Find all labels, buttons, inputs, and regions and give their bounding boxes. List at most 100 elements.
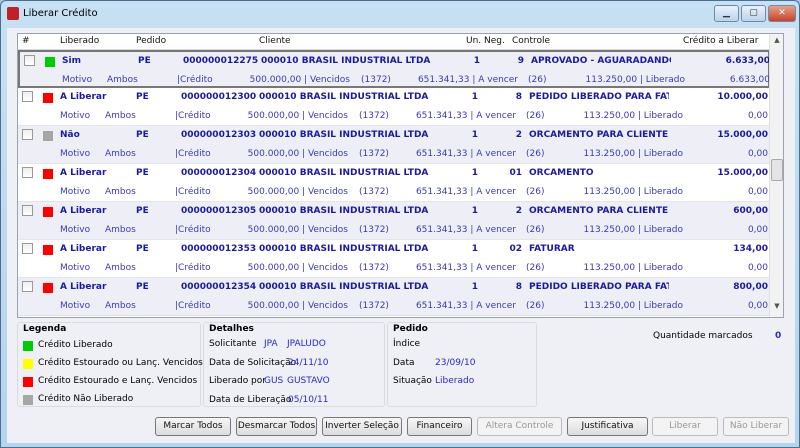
pedido-title: Pedido — [393, 324, 428, 334]
minimize-button[interactable]: ▁ — [714, 5, 739, 22]
vencidos-count: (1372) — [359, 187, 389, 197]
credito-label: |Crédito — [175, 301, 211, 311]
liberado-amount: 0,00 — [747, 263, 768, 273]
pedido-number: 000000012303 — [181, 130, 257, 140]
col-pedido[interactable]: Pedido — [136, 36, 166, 46]
pedido-type: PE — [136, 130, 149, 140]
un-neg: 1 — [471, 168, 478, 178]
credito-label: |Crédito — [177, 75, 213, 85]
legend-title: Legenda — [23, 324, 67, 334]
checkbox[interactable] — [22, 129, 33, 140]
credito-label: |Crédito — [175, 111, 211, 121]
table-row[interactable]: Sim PE 000000012275 000010 BRASIL INDUSTRIA… — [18, 50, 770, 88]
col-credito[interactable]: Crédito a Liberar — [683, 36, 759, 46]
controle-number: 01 — [509, 168, 522, 178]
inverter-selecao-button[interactable]: Inverter Seleção — [322, 417, 402, 436]
nao-liberar-button[interactable]: Não Liberar — [723, 417, 789, 436]
table-row[interactable]: A Liberar PE 000000012305 000010 BRASIL IND… — [18, 202, 770, 240]
un-neg: 1 — [471, 92, 478, 102]
pedido-type: PE — [138, 56, 151, 66]
motivo-label: Motivo — [60, 111, 91, 121]
controle-number: 02 — [509, 244, 522, 254]
a-vencer-count: (26) — [526, 301, 545, 311]
controle-number: 8 — [515, 92, 522, 102]
scroll-down-icon[interactable]: ▼ — [771, 302, 783, 314]
pedido-number: 000000012304 — [181, 168, 257, 178]
controle-text: FATURAR — [529, 244, 575, 254]
controle-text: APROVADO - AGUARADANDO E: — [531, 56, 671, 66]
vencidos-value: 500.000,00 | Vencidos — [247, 149, 348, 159]
pedido-number: 000000012353 — [181, 244, 257, 254]
motivo-label: Motivo — [60, 263, 91, 273]
table-row[interactable]: Não PE 000000012303 000010 BRASIL INDUSTRIA… — [18, 126, 770, 164]
col-controle[interactable]: Controle — [512, 36, 550, 46]
credit-grid: # Liberado Pedido Cliente Un. Neg. Contr… — [17, 33, 784, 318]
motivo-label: Motivo — [60, 301, 91, 311]
vertical-scrollbar[interactable]: ▲ ▼ — [769, 34, 783, 317]
vencidos-value: 500.000,00 | Vencidos — [247, 187, 348, 197]
desmarcar-todos-button[interactable]: Desmarcar Todos — [236, 417, 317, 436]
cliente-name: 000010 BRASIL INDUSTRIAL LTDA — [259, 92, 429, 102]
altera-controle-button[interactable]: Altera Controle — [477, 417, 562, 436]
liberado-amount: 0,00 — [747, 187, 768, 197]
legend-swatch — [23, 359, 33, 369]
controle-number: 2 — [515, 130, 522, 140]
checkbox[interactable] — [22, 91, 33, 102]
liberado-status: A Liberar — [60, 206, 107, 216]
liberado-value: 113.250,00 | Liberado — [583, 301, 683, 311]
close-button[interactable]: ✕ — [768, 5, 796, 22]
checkbox[interactable] — [22, 167, 33, 178]
ambos-label: Ambos — [105, 111, 136, 121]
marcar-todos-button[interactable]: Marcar Todos — [155, 417, 231, 436]
un-neg: 1 — [471, 130, 478, 140]
vencidos-count: (1372) — [359, 111, 389, 121]
motivo-label: Motivo — [62, 75, 93, 85]
col-un-neg[interactable]: Un. Neg. — [466, 36, 505, 46]
table-row[interactable]: A Liberar PE 000000012300 000010 BRASIL IND… — [18, 88, 770, 126]
table-row[interactable]: A Liberar PE 000000012304 000010 BRASIL IND… — [18, 164, 770, 202]
liberado-por-label: Liberado por — [209, 376, 266, 386]
a-vencer-count: (26) — [526, 225, 545, 235]
table-row[interactable]: A Liberar PE 000000012353 000010 BRASIL IND… — [18, 240, 770, 278]
liberado-status: A Liberar — [60, 168, 107, 178]
a-vencer-count: (26) — [526, 111, 545, 121]
status-color-swatch — [43, 283, 53, 293]
col-cliente[interactable]: Cliente — [259, 36, 291, 46]
checkbox[interactable] — [22, 281, 33, 292]
a-vencer-value: 651.341,33 | A vencer — [415, 225, 516, 235]
col-liberado[interactable]: Liberado — [60, 36, 99, 46]
a-vencer-value: 651.341,33 | A vencer — [417, 75, 518, 85]
status-color-swatch — [43, 245, 53, 255]
financeiro-button[interactable]: Financeiro — [407, 417, 472, 436]
liberado-amount: 6.633,00 — [729, 75, 770, 85]
liberado-value: 113.250,00 | Liberado — [583, 263, 683, 273]
checkbox[interactable] — [22, 205, 33, 216]
scroll-up-icon[interactable]: ▲ — [771, 36, 783, 48]
justificativa-button[interactable]: Justificativa — [567, 417, 648, 436]
un-neg: 1 — [473, 56, 480, 66]
legend-item-label: Crédito Estourado e Lanç. Vencidos — [38, 376, 198, 386]
cliente-name: 000010 BRASIL INDUSTRIAL LTDA — [259, 206, 429, 216]
controle-text: PEDIDO LIBERADO PARA FATU — [529, 282, 669, 292]
indice-label: Índice — [393, 339, 421, 349]
pedido-type: PE — [136, 168, 149, 178]
table-row[interactable]: A Liberar PE 000000012354 000010 BRASIL IND… — [18, 278, 770, 316]
liberado-amount: 0,00 — [747, 301, 768, 311]
pedido-type: PE — [136, 282, 149, 292]
data-solicitacao-label: Data de Solicitação — [209, 358, 297, 368]
ambos-label: Ambos — [107, 75, 138, 85]
pedido-data-label: Data — [393, 358, 415, 368]
scrollbar-thumb[interactable] — [771, 159, 783, 181]
liberado-value: 113.250,00 | Liberado — [583, 149, 683, 159]
checkbox[interactable] — [24, 55, 35, 66]
solicitante-label: Solicitante — [209, 339, 257, 349]
a-vencer-count: (26) — [526, 187, 545, 197]
status-color-swatch — [45, 57, 55, 67]
a-vencer-value: 651.341,33 | A vencer — [415, 111, 516, 121]
checkbox[interactable] — [22, 243, 33, 254]
maximize-button[interactable]: ▢ — [741, 5, 766, 22]
un-neg: 1 — [471, 244, 478, 254]
col-hash[interactable]: # — [22, 36, 30, 46]
solicitante-code: JPA — [264, 339, 278, 349]
liberar-button[interactable]: Liberar — [652, 417, 718, 436]
